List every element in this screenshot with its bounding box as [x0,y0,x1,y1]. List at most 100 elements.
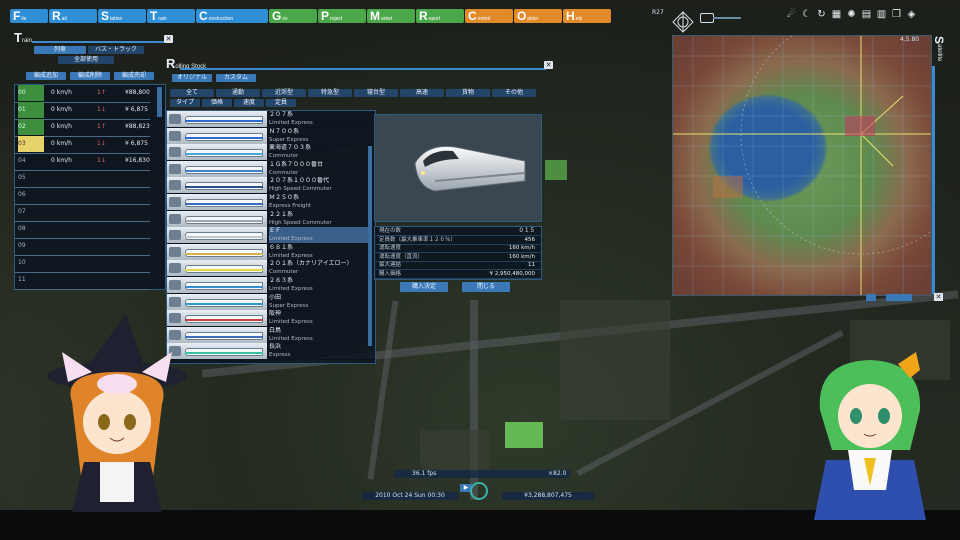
books-icon[interactable]: ▥ [876,9,887,20]
sun-icon[interactable]: ✺ [846,9,857,20]
filter-filters_row1-3[interactable]: 特急型 [308,89,352,97]
purchase-button[interactable]: 購入決定 [400,282,448,292]
menu-letter: O [517,9,527,23]
train-row[interactable]: 03 0 km/h 1↓ ¥ 6,875 [15,136,150,154]
menu-arket[interactable]: Market [367,9,415,23]
vehicle-row[interactable]: ２８３系 Limited Express [167,277,375,294]
vehicle-row[interactable]: Ｍ２５０系 Express Freight [167,194,375,211]
tab-original[interactable]: オリジナル [172,74,212,82]
tab-trains[interactable]: 列車 [34,46,86,54]
train-row[interactable]: 00 0 km/h 1↑ ¥88,800 [15,85,150,103]
tab-bus-truck[interactable]: バス・トラック [88,46,144,54]
train-row[interactable]: 07 [15,204,150,222]
train-row[interactable]: 09 [15,238,150,256]
menu-ov[interactable]: Gov [269,9,317,23]
filter-filters_row2-3[interactable]: 定員 [266,99,296,107]
vehicle-list-scrollbar[interactable] [368,146,372,346]
menu-onstruction[interactable]: Construction [196,9,268,23]
rotate-icon[interactable]: ↻ [816,9,827,20]
vehicle-thumbnail [167,160,267,177]
filter-filters_row1-2[interactable]: 近郊型 [262,89,306,97]
spec-label: 運転速度 [379,245,402,251]
menu-label: rain [158,16,167,22]
vehicle-row[interactable]: ２０７系 Limited Express [167,111,375,128]
menu-ontrol[interactable]: Control [465,9,513,23]
close-icon[interactable]: ✕ [934,293,943,301]
vehicle-row[interactable]: ６８１系 Limited Express [167,243,375,261]
vehicle-type: Limited Express [269,235,369,244]
vehicle-thumbnail [167,227,267,244]
vehicle-type: Limited Express [269,286,313,292]
menu-tation[interactable]: Station [98,9,146,23]
tab-all[interactable]: 全部使用 [58,56,114,64]
vehicle-row[interactable]: ２２１系 High Speed Commuter [167,210,375,228]
compass-icon[interactable] [672,11,694,33]
map-zoom-button[interactable] [886,294,912,301]
vehicle-type: Limited Express [269,319,313,326]
clock-icon[interactable] [470,482,488,500]
vehicle-row[interactable]: 小田 Super Express [167,293,375,311]
train-model-image [414,145,526,192]
filter-filters_row1-5[interactable]: 高速 [400,89,444,97]
vehicle-name: 阪神 [269,310,282,318]
train-speed: 0 km/h [51,123,72,130]
vehicle-row[interactable]: 東海道７０３系 Commuter [167,144,375,162]
train-row[interactable]: 08 [15,221,150,239]
map-ok-button[interactable] [866,294,876,301]
satellite-map[interactable] [672,35,932,296]
vehicle-row[interactable]: １Ｇ系７０００番台 Commuter [167,160,375,178]
camera-icon[interactable] [700,13,714,23]
close-icon[interactable]: ✕ [164,35,173,43]
vehicle-row[interactable]: Ｎ７００系 Super Express [167,127,375,145]
train-row[interactable]: 11 [15,272,150,290]
close-icon[interactable]: ✕ [544,61,553,69]
train-speed: 0 km/h [51,89,72,96]
menu-ile[interactable]: File [10,9,48,23]
train-line: 1↑ [97,123,106,130]
add-train-button[interactable]: 編成追加 [26,72,66,80]
vehicle-row[interactable]: ２０７系１０００番代 High Speed Commuter [167,177,375,195]
pitch-readout: R27 [652,9,664,16]
close-button[interactable]: 閉じる [462,282,510,292]
vehicle-row[interactable]: ＥＦ Limited Express [167,227,375,245]
menu-label: tation [110,16,123,22]
train-list-scrollbar[interactable] [157,87,162,117]
menu-ail[interactable]: Rail [49,9,97,23]
train-list[interactable]: 00 0 km/h 1↑ ¥88,800 01 0 km/h 1↓ ¥ 6,875 02 0 km… [14,84,166,290]
filter-filters_row1-0[interactable]: 全て [170,89,214,97]
pages-icon[interactable]: ❒ [891,9,902,20]
sell-train-button[interactable]: 編成売却 [114,72,154,80]
title-underline [180,68,546,70]
spec-value: ¥ 2,950,480,000 [489,270,536,277]
menu-roject[interactable]: Project [318,9,366,23]
menu-rain[interactable]: Train [147,9,195,23]
train-row[interactable]: 01 0 km/h 1↓ ¥ 6,875 [15,102,150,120]
cube-icon[interactable]: ◈ [906,9,917,20]
filter-filters_row2-2[interactable]: 速度 [234,99,264,107]
filter-filters_row2-1[interactable]: 価格 [202,99,232,107]
filter-filters_row1-7[interactable]: その他 [492,89,536,97]
vehicle-thumbnail [167,260,267,277]
menu-ption[interactable]: Option [514,9,562,23]
menu-elp[interactable]: Help [563,9,611,23]
menu-label: eport [428,16,441,22]
filter-filters_row1-1[interactable]: 通勤 [216,89,260,97]
book-icon[interactable]: ▤ [861,9,872,20]
filter-filters_row2-0[interactable]: タイプ [170,99,200,107]
menu-eport[interactable]: Report [416,9,464,23]
vehicle-row[interactable]: ２０１系（カナリアイエロー） Commuter [167,260,375,278]
train-row[interactable]: 06 [15,187,150,205]
train-row[interactable]: 05 [15,170,150,188]
grid-icon[interactable]: ▦ [831,9,842,20]
train-speed: 0 km/h [51,106,72,113]
tab-custom[interactable]: カスタム [216,74,256,82]
filter-filters_row1-4[interactable]: 寝台型 [354,89,398,97]
saturn-icon[interactable]: ☄ [786,9,797,20]
filter-filters_row1-6[interactable]: 貨物 [446,89,490,97]
moon-icon[interactable]: ☾ [801,9,812,20]
train-row[interactable]: 02 0 km/h 1↑ ¥88,823 [15,119,150,137]
delete-train-button[interactable]: 編成削除 [70,72,110,80]
speed-slider[interactable] [713,17,741,19]
train-row[interactable]: 10 [15,255,150,273]
train-row[interactable]: 04 0 km/h 1↓ ¥16,830 [15,153,150,171]
